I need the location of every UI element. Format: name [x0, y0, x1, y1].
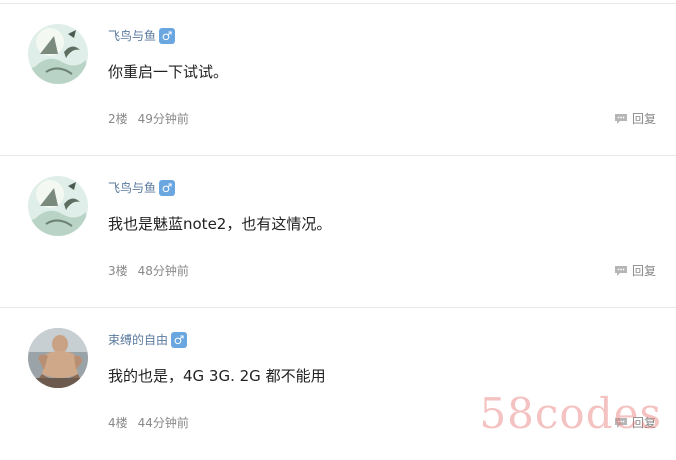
floor-number: 3楼: [108, 264, 128, 278]
username[interactable]: 飞鸟与鱼: [108, 180, 156, 196]
comment-item: 飞鸟与鱼 ♂ 你重启一下试试。 2楼 49分钟前 回复: [0, 4, 676, 156]
speech-bubble-icon: [614, 114, 627, 124]
comment-item: 束缚的自由 ♂ 我的也是，4G 3G. 2G 都不能用 4楼 44分钟前 回复: [0, 308, 676, 460]
comment-item: 飞鸟与鱼 ♂ 我也是魅蓝note2，也有这情况。 3楼 48分钟前 回复: [0, 156, 676, 308]
username[interactable]: 束缚的自由: [108, 332, 168, 348]
avatar[interactable]: [28, 176, 88, 236]
comment-meta: 3楼 48分钟前: [108, 262, 189, 280]
speech-bubble-icon: [614, 418, 627, 428]
male-icon: ♂: [159, 28, 176, 44]
avatar[interactable]: [28, 328, 88, 388]
timestamp: 49分钟前: [137, 112, 189, 126]
speech-bubble-icon: [614, 266, 627, 276]
comment-text: 我也是魅蓝note2，也有这情况。: [108, 215, 332, 233]
comment-meta: 2楼 49分钟前: [108, 110, 189, 128]
comment-text: 你重启一下试试。: [108, 63, 229, 81]
reply-label: 回复: [631, 264, 656, 278]
reply-label: 回复: [631, 416, 656, 430]
floor-number: 2楼: [108, 112, 128, 126]
timestamp: 44分钟前: [137, 416, 189, 430]
reply-label: 回复: [631, 112, 656, 126]
comment-meta: 4楼 44分钟前: [108, 414, 189, 432]
avatar[interactable]: [28, 24, 88, 84]
floor-number: 4楼: [108, 416, 128, 430]
timestamp: 48分钟前: [137, 264, 189, 278]
username[interactable]: 飞鸟与鱼: [108, 28, 156, 44]
comment-text: 我的也是，4G 3G. 2G 都不能用: [108, 367, 326, 385]
reply-button[interactable]: 回复: [614, 110, 656, 128]
male-icon: ♂: [171, 332, 188, 348]
reply-button[interactable]: 回复: [614, 414, 656, 432]
comment-thread: 飞鸟与鱼 ♂ 你重启一下试试。 2楼 49分钟前 回复 飞鸟与鱼 ♂ 我也是魅蓝…: [0, 0, 676, 440]
reply-button[interactable]: 回复: [614, 262, 656, 280]
male-icon: ♂: [159, 180, 176, 196]
